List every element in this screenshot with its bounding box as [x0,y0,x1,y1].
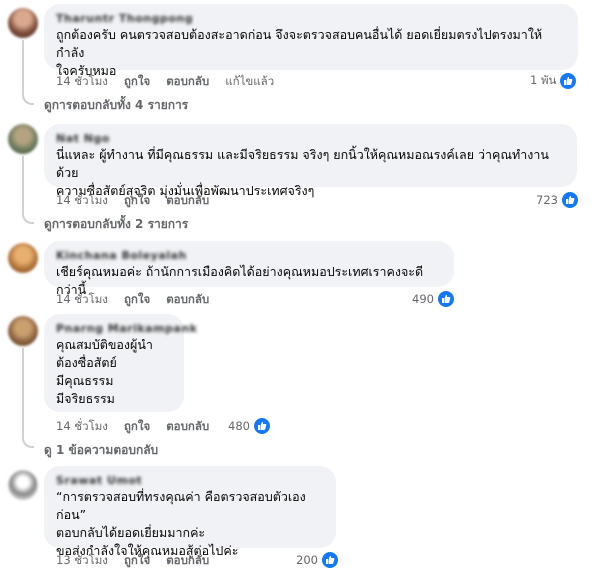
reaction-count-text: 723 [536,193,558,207]
comment-author[interactable]: Srawat Umot [56,473,324,488]
reaction-count-text: 1 พัน [530,73,557,87]
like-button[interactable]: ถูกใจ [124,291,150,309]
like-thumb-icon [560,191,579,209]
comment-actions: 14 ชั่วโมง ถูกใจ ตอบกลับ [56,291,225,309]
comment-time[interactable]: 13 ชั่วโมง [56,552,108,570]
reply-thread-connector [22,348,34,448]
like-button[interactable]: ถูกใจ [124,552,150,570]
comment-text: “การตรวจสอบที่ทรงคุณค่า คือตรวจสอบตัวเอง… [56,489,306,558]
comment-actions: 14 ชั่วโมง ถูกใจ ตอบกลับ [56,192,225,210]
comment-bubble: Tharuntr Thongpong ถูกต้องครับ คนตรวจสอบ… [44,4,578,78]
comment-author[interactable]: Kinchana Boleyalah [56,248,442,263]
comment-bubble: Kinchana Boleyalah เชียร์คุณหมอค่ะ ถ้านั… [44,241,454,297]
comment-bubble: Pnarng Marikampank คุณสมบัติของผู้นำ ต้อ… [44,314,197,412]
view-replies-link[interactable]: ดูการตอบกลับทั้ง 4 รายการ [44,96,188,115]
reaction-count-text: 480 [228,419,250,433]
reaction-count-text: 200 [296,553,318,567]
reaction-count-text: 490 [412,292,434,306]
like-button[interactable]: ถูกใจ [124,73,150,91]
like-thumb-icon [436,290,455,308]
comment-actions: 13 ชั่วโมง ถูกใจ ตอบกลับ [56,552,225,570]
view-replies-link[interactable]: ดูการตอบกลับทั้ง 2 รายการ [44,215,188,234]
comment-actions: 14 ชั่วโมง ถูกใจ ตอบกลับ แก้ไขแล้ว [56,73,290,91]
avatar[interactable] [8,470,38,500]
reply-button[interactable]: ตอบกลับ [166,192,209,210]
like-button[interactable]: ถูกใจ [124,418,150,436]
comment-time[interactable]: 14 ชั่วโมง [56,192,108,210]
like-thumb-icon [559,72,578,90]
reaction-count[interactable]: 490 [412,290,455,308]
comment-actions: 14 ชั่วโมง ถูกใจ ตอบกลับ [56,418,225,436]
like-thumb-icon [252,417,271,435]
avatar[interactable] [8,243,38,273]
reaction-count[interactable]: 723 [536,191,579,209]
comment-author[interactable]: Tharuntr Thongpong [56,11,566,26]
comment-author[interactable]: Pnarng Marikampank [56,321,197,336]
comment-author[interactable]: Nat Ngo [56,131,565,146]
view-replies-link[interactable]: ดู 1 ข้อความตอบกลับ [44,441,158,460]
reply-thread-connector [22,156,34,224]
like-button[interactable]: ถูกใจ [124,192,150,210]
comment-bubble: Nat Ngo นี่แหละ ผู้ทำงาน ที่มีคุณธรรม แล… [44,124,577,198]
avatar[interactable] [8,8,38,38]
reaction-count[interactable]: 1 พัน [530,72,578,90]
avatar[interactable] [8,316,38,346]
like-thumb-icon [320,551,339,569]
comment-text: ถูกต้องครับ คนตรวจสอบต้องสะอาดก่อน จึงจะ… [56,27,543,78]
comment-time[interactable]: 14 ชั่วโมง [56,73,108,91]
reply-button[interactable]: ตอบกลับ [166,291,209,309]
comment-text: คุณสมบัติของผู้นำ ต้องซื่อสัตย์ มีคุณธรร… [56,337,153,406]
comment-bubble: Srawat Umot “การตรวจสอบที่ทรงคุณค่า คือต… [44,466,336,558]
edited-label: แก้ไขแล้ว [225,74,275,88]
reply-button[interactable]: ตอบกลับ [166,73,209,91]
comment-time[interactable]: 14 ชั่วโมง [56,418,108,436]
comment-time[interactable]: 14 ชั่วโมง [56,291,108,309]
reply-button[interactable]: ตอบกลับ [166,418,209,436]
avatar[interactable] [8,124,38,154]
reply-button[interactable]: ตอบกลับ [166,552,209,570]
reaction-count[interactable]: 200 [296,551,339,569]
reaction-count[interactable]: 480 [228,417,271,435]
reply-thread-connector [22,40,34,105]
